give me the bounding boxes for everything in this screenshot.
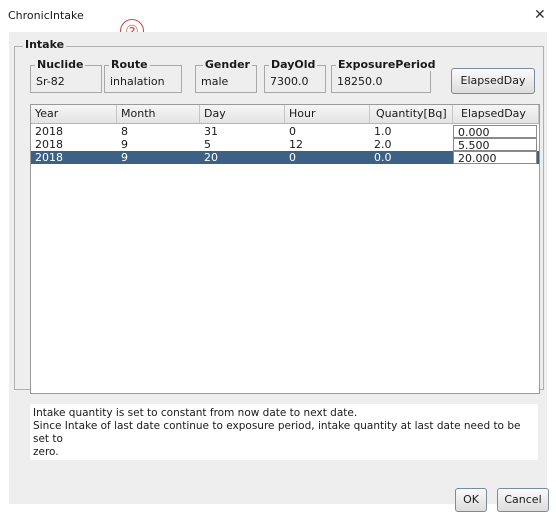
column-header-month[interactable]: Month [117, 105, 200, 123]
intake-table[interactable]: Year Month Day Hour Quantity[Bq] Elapsed… [30, 104, 540, 394]
route-field: Route inhalation [104, 58, 182, 93]
cell-hour[interactable]: 12 [285, 138, 370, 151]
window-title: ChronicIntake [8, 9, 84, 22]
gender-value: male [201, 75, 229, 88]
intake-group-label: Intake [23, 38, 67, 51]
cell-quantity[interactable]: 0.0 [370, 151, 453, 164]
info-note: Intake quantity is set to constant from … [30, 404, 538, 460]
cell-year[interactable]: 2018 [31, 125, 117, 138]
table-row[interactable]: 2018 9 5 12 2.0 5.500 [31, 138, 539, 152]
dayold-field: DayOld 7300.0 [264, 58, 326, 93]
note-line: zero. [33, 446, 59, 458]
column-header-quantity[interactable]: Quantity[Bq] [370, 105, 453, 123]
nuclide-field: Nuclide Sr-82 [30, 58, 102, 93]
cell-month[interactable]: 8 [117, 125, 200, 138]
nuclide-value: Sr-82 [36, 75, 65, 88]
elapsed-day-button[interactable]: ElapsedDay [451, 68, 535, 94]
cell-hour[interactable]: 0 [285, 125, 370, 138]
cell-year[interactable]: 2018 [31, 151, 117, 164]
close-icon[interactable]: ✕ [534, 7, 546, 23]
exposure-period-label: ExposurePeriod [336, 58, 438, 71]
column-header-day[interactable]: Day [200, 105, 285, 123]
gender-field: Gender male [195, 58, 257, 93]
table-row-selected[interactable]: 2018 9 20 0 0.0 20.000 [31, 151, 539, 165]
cancel-button[interactable]: Cancel [497, 488, 549, 512]
column-header-year[interactable]: Year [31, 105, 117, 123]
cell-elapsed-day[interactable]: 0.000 [453, 125, 537, 139]
cell-year[interactable]: 2018 [31, 138, 117, 151]
cell-month[interactable]: 9 [117, 138, 200, 151]
exposure-period-field: ExposurePeriod 18250.0 [331, 58, 438, 93]
cell-day[interactable]: 5 [200, 138, 285, 151]
column-header-elapsed-day[interactable]: ElapsedDay [453, 105, 539, 123]
route-value: inhalation [110, 75, 165, 88]
cell-quantity[interactable]: 2.0 [370, 138, 453, 151]
dayold-value: 7300.0 [270, 75, 309, 88]
ok-button[interactable]: OK [455, 488, 487, 512]
exposure-period-value: 18250.0 [337, 75, 383, 88]
note-line: Intake quantity is set to constant from … [33, 407, 358, 419]
title-bar: ChronicIntake ✕ [0, 0, 556, 32]
note-line: Since Intake of last date continue to ex… [33, 420, 521, 445]
column-header-hour[interactable]: Hour [285, 105, 370, 123]
cell-elapsed-day[interactable]: 20.000 [453, 151, 537, 165]
route-label: Route [109, 58, 150, 71]
gender-label: Gender [202, 58, 252, 71]
cell-hour[interactable]: 0 [285, 151, 370, 164]
dayold-label: DayOld [269, 58, 318, 71]
table-row[interactable]: 2018 8 31 0 1.0 0.000 [31, 125, 539, 139]
cell-day[interactable]: 31 [200, 125, 285, 138]
nuclide-label: Nuclide [35, 58, 86, 71]
cell-quantity[interactable]: 1.0 [370, 125, 453, 138]
cell-day[interactable]: 20 [200, 151, 285, 164]
cell-elapsed-day[interactable]: 5.500 [453, 138, 537, 152]
table-header: Year Month Day Hour Quantity[Bq] Elapsed… [31, 105, 539, 124]
cell-month[interactable]: 9 [117, 151, 200, 164]
